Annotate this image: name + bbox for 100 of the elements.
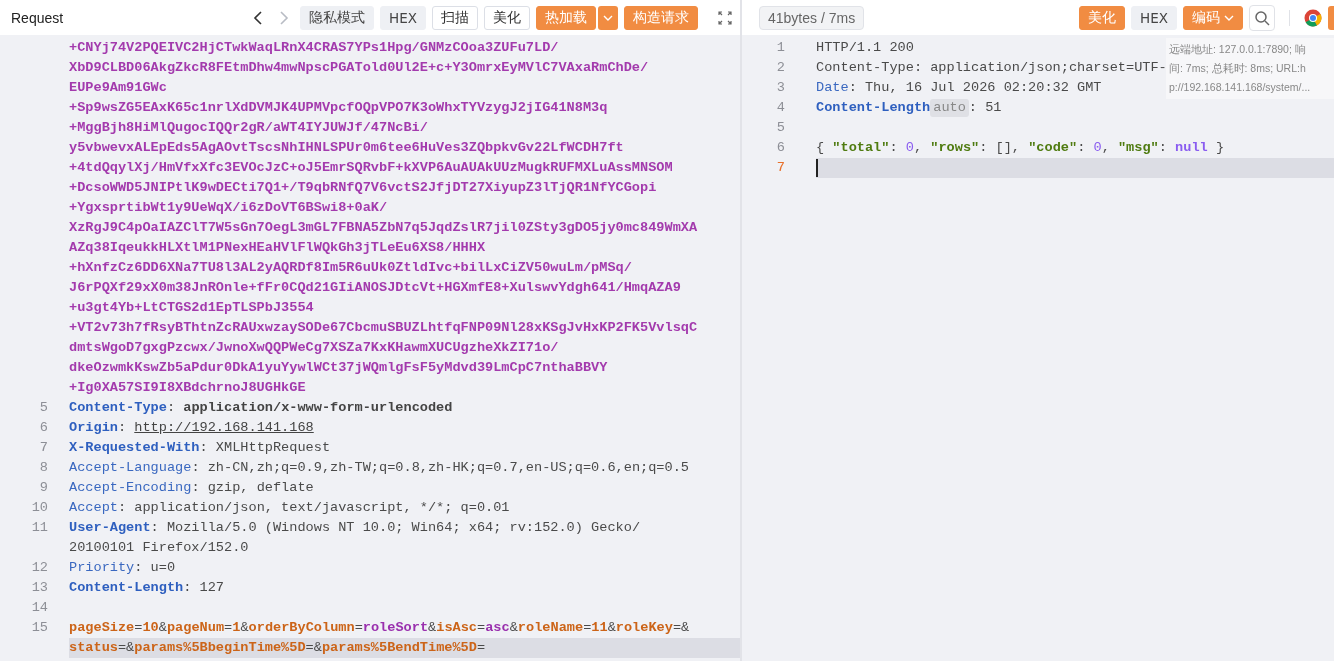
param-name: params%5BendTime%5D (321, 639, 477, 657)
param-name: 1 (232, 619, 241, 637)
code-text: & (607, 619, 616, 637)
code-text: : Thu, 16 Jul 2026 02:20:32 GMT (848, 79, 1102, 97)
code-text: { (816, 139, 826, 157)
toolbar-button[interactable]: 隐私模式 (300, 5, 375, 30)
code-text: } (1214, 139, 1225, 157)
header-name: User-Agent (69, 519, 151, 537)
search-button[interactable] (1249, 4, 1275, 31)
code-text: = (354, 619, 363, 637)
json-key: "code" (1028, 138, 1078, 158)
code-text: = (224, 619, 233, 637)
search-icon (1254, 9, 1270, 26)
code-text: HTTP/1.1 200 (816, 39, 914, 57)
caret-icon (603, 14, 613, 21)
toolbar-button[interactable]: HEX (1131, 5, 1177, 30)
code-text: : Mozilla/5.0 (Windows NT 10.0; Win64; x64; rv:152.0) Gecko/ (150, 519, 641, 537)
code-text: & (240, 619, 249, 637)
code-text: : (166, 399, 177, 417)
code-text: : 127 (183, 579, 224, 597)
param-name: 11 (591, 619, 608, 637)
encoded-text: +DcsoWWD5JNIPtlK9wDECti7Q1+/T9qbRNfQ7V6vctS2JfjDT27XiyupZ3lTjQR1NfYCGopi (69, 179, 657, 197)
header-name: Accept-Encoding (69, 479, 192, 497)
param-name: pageSize (69, 619, 135, 637)
code-text: : [], (979, 139, 1021, 157)
toolbar-button[interactable]: HEX (380, 5, 426, 30)
encoded-text: +VT2v73h7fRsyBThtnZcRAUxwzaySODe67CbcmuSBUZLhtfqFNP09Nl28xKSgJvHxKP2FK5VvlsqC (69, 319, 698, 337)
param-name: orderByColumn (248, 619, 355, 637)
fullscreen-icon[interactable] (718, 10, 732, 25)
encoded-text: +YgxsprtibWt1y9UeWqX/i6zDoVT6BSwi8+0aK/ (69, 199, 388, 217)
code-text: & (428, 619, 437, 637)
response-stats: 41bytes / 7ms (759, 5, 865, 30)
url-link[interactable]: http://192.168.141.168 (134, 418, 314, 438)
code-text: = (134, 619, 143, 637)
encoded-text: +4tdQqylXj/HmVfxXfc3EVOcJzC+oJ5EmrSQRvbF+kXVP6AuAUAkUUzMugkRUFMXLuAssMNSOM (69, 159, 673, 177)
encoded-text: +CNYj74V2PQEIVC2HjCTwkWaqLRnX4CRAS7YPs1Hpg/GNMzCOoa3ZUFu7LD/ (69, 39, 559, 57)
json-key: "msg" (1117, 138, 1159, 158)
code-text: : (1158, 139, 1168, 157)
code-text: : zh-CN,zh;q=0.9,zh-TW;q=0.8,zh-HK;q=0.7,en-US;q=0.6,en;q=0.5 (191, 459, 689, 477)
encoded-text: +hXnfzCz6DD6XNa7TU8l3AL2yAQRDf8Im5R6uUk0ZtldIvc+bilLxCiZV50wuLm/pMSq/ (69, 259, 632, 277)
encoded-text: +MggBjh8HiMlQugocIQQr2gR/aWT4IYJUWJf/47NcBi/ (69, 119, 428, 137)
json-null: null (1175, 139, 1208, 157)
header-value: application/x-www-form-urlencoded (183, 399, 453, 417)
tooltip-text: 远端地址: 127.0.0.1:7890; 响 (1169, 42, 1307, 57)
header-name: Accept (69, 499, 118, 517)
param-name: pageNum (166, 619, 225, 637)
code-text: =& (305, 639, 322, 657)
code-text: , (913, 139, 924, 157)
code-text: : (889, 139, 899, 157)
param-name: 10 (142, 619, 159, 637)
code-text: = (583, 619, 592, 637)
header-name: Origin (69, 419, 118, 437)
param-name: status (69, 639, 118, 657)
json-key: "total" (832, 138, 890, 158)
code-text: & (158, 619, 167, 637)
param-name: roleName (517, 619, 584, 637)
code-text: = (476, 639, 486, 657)
code-text: : (117, 419, 128, 437)
toolbar-button[interactable]: 美化 (484, 5, 530, 30)
code-text: , (1101, 139, 1111, 157)
json-number: 0 (1093, 139, 1102, 157)
code-text: 20100101 Firefox/152.0 (69, 539, 249, 557)
header-name: Content-Length (816, 99, 931, 117)
encoded-text: dkeOzwmkKswZb5aPdur0DkA1yuYywlWCt37jWQmlgFsF5yMdvd39LmCpC7nthaBBVY (69, 359, 608, 377)
header-name: Priority (69, 559, 135, 577)
dropdown-button[interactable] (598, 5, 618, 30)
encoded-text: y5vbwevxALEpEds5AgAOvtTscsNhIHNLSPUr0m6tee6HuVes3ZQbpkvGv22LfWCDH7ft (69, 139, 624, 157)
param-name: roleKey (615, 619, 673, 637)
caret-icon (1224, 14, 1234, 21)
code-text: = (477, 619, 486, 637)
code-text: =& (672, 619, 690, 637)
param-name: params%5BbeginTime%5D (134, 639, 306, 657)
code-text: Content-Type: application/json;charset=UTF- (816, 59, 1167, 77)
encoded-text: J6rPQXf29xX0m38JnROnle+fFr0CQd21GIiANOSJDtcVt+HGXmfE8+XulswvYdgh641/HmqAZA9 (69, 279, 681, 297)
encoded-text: AZq38IqeukkHLXtlM1PNexHEaHVlFlWQkGh3jTLeEu6XS8/HHHX (69, 239, 486, 257)
param-value: roleSort (362, 619, 429, 637)
json-key: "rows" (930, 138, 980, 158)
header-name: X-Requested-With (69, 439, 200, 457)
header-name: Date (816, 79, 849, 97)
encoded-text: +Ig0XA57SI9I8XBdchrnoJ8UGHkGE (69, 379, 306, 397)
code-text: : gzip, deflate (191, 479, 314, 497)
code-text: =& (117, 639, 135, 657)
header-name: Content-Length (69, 579, 184, 597)
toolbar-button[interactable]: 扫描 (432, 5, 478, 30)
encoded-text: +u3gt4Yb+LtCTGS2d1EpTLSPbJ3554 (69, 299, 314, 317)
code-text: : u=0 (134, 559, 176, 577)
tooltip-text: p://192.168.141.168/system/... (1169, 80, 1312, 95)
code-text: : 51 (968, 99, 1002, 117)
tooltip-text: 间: 7ms; 总耗时: 8ms; URL:h (1169, 61, 1307, 76)
encoded-text: EUPe9Am91GWc (69, 79, 167, 97)
code-text: : application/json, text/javascript, */*; q=0.01 (117, 499, 510, 517)
text-cursor (816, 159, 818, 177)
encoded-text: XbD9CLBD06AkgZkcR8FEtmDhw4mwNpscPGATold0Ul2E+c+Y3OmrxEyMVlC7VAxaRmChDe/ (69, 59, 649, 77)
encoded-text: dmtsWgoD7gxgPzcwx/JwnoXwQQPWeCg7XSZa7KxKHawmXUCUgzheXkZI71o/ (69, 339, 559, 357)
json-number: 0 (905, 139, 914, 157)
header-name: Content-Type (69, 399, 167, 417)
param-name: isAsc (436, 619, 478, 637)
panel-title: Request (11, 9, 64, 26)
code-text: & (509, 619, 518, 637)
browser-icon[interactable] (1304, 8, 1322, 27)
